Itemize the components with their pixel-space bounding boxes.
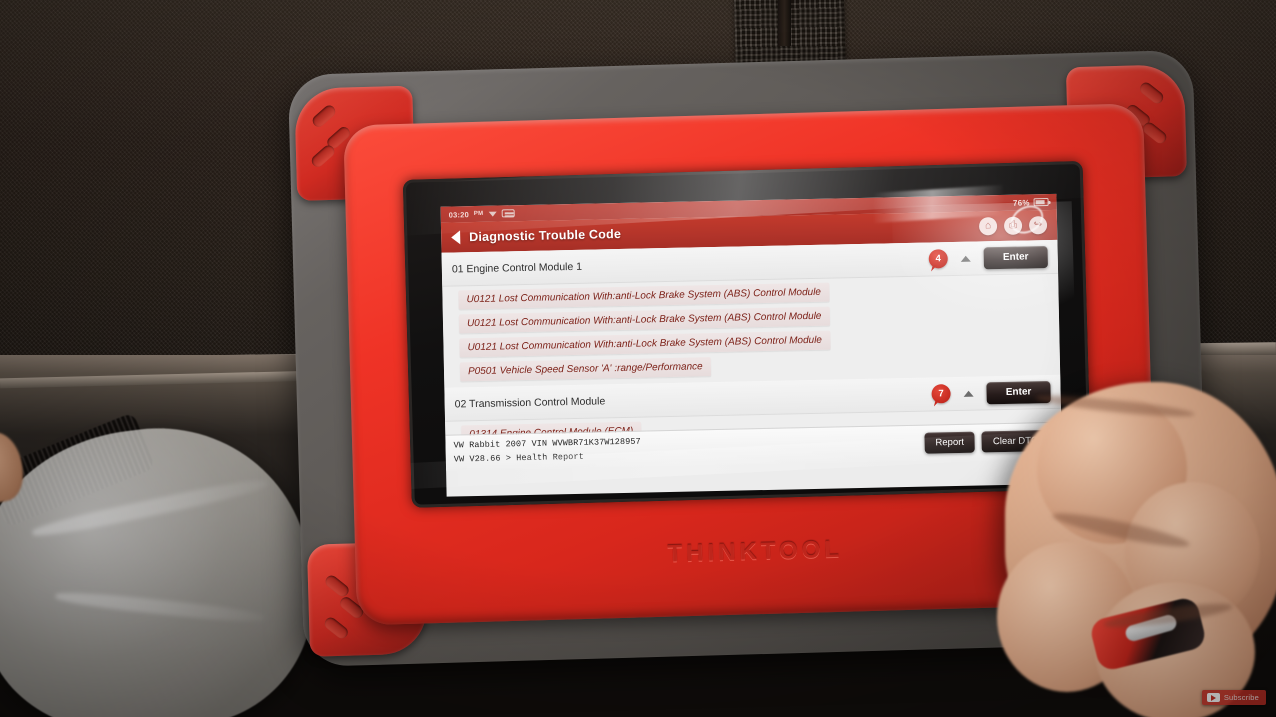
list-item[interactable]: U0121 Lost Communication With:anti-Lock …	[459, 330, 831, 358]
battery-icon	[1033, 198, 1049, 207]
report-button[interactable]: Report	[924, 431, 976, 454]
back-icon[interactable]	[451, 230, 461, 245]
youtube-play-icon	[1206, 693, 1220, 702]
diagnostic-app: 03:20 PM 76% Diagnostic Trouble Code ⌂ ⎙…	[440, 193, 1063, 497]
module-title: 01 Engine Control Module 1	[451, 260, 583, 276]
strap	[778, 0, 791, 46]
list-item[interactable]: U0121 Lost Communication With:anti-Lock …	[458, 282, 830, 310]
list-item[interactable]: P0501 Vehicle Speed Sensor 'A' :range/Pe…	[459, 357, 711, 382]
module-title: 02 Transmission Control Module	[454, 394, 606, 410]
youtube-subscribe-watermark[interactable]: Subscribe	[1201, 690, 1266, 705]
battery-percent-label: 76%	[1012, 197, 1030, 208]
dtc-content[interactable]: 01 Engine Control Module 1 4 Enter U0121…	[441, 239, 1062, 471]
status-badge: 4	[928, 249, 948, 269]
sim-card-icon	[501, 209, 515, 218]
caret-up-icon[interactable]	[963, 390, 974, 397]
caret-up-icon[interactable]	[960, 255, 971, 262]
enter-button[interactable]: Enter	[983, 245, 1048, 269]
dtc-list: U0121 Lost Communication With:anti-Lock …	[442, 274, 1060, 382]
page-title: Diagnostic Trouble Code	[469, 226, 622, 245]
list-item[interactable]: U0121 Lost Communication With:anti-Lock …	[458, 306, 830, 334]
hand	[975, 372, 1276, 717]
home-icon[interactable]: ⌂	[978, 217, 998, 236]
print-icon[interactable]: ⎙	[1003, 216, 1023, 235]
subscribe-label: Subscribe	[1223, 693, 1259, 702]
status-badge: 7	[931, 384, 951, 404]
clock-time: 03:20	[448, 209, 470, 220]
wifi-down-icon	[488, 211, 497, 217]
clock-meridiem: PM	[473, 210, 484, 218]
photo-scene: THINKTOOL 03:20 PM 76% Diagnostic Troubl…	[0, 0, 1276, 717]
exit-icon[interactable]: ↪	[1028, 216, 1048, 235]
